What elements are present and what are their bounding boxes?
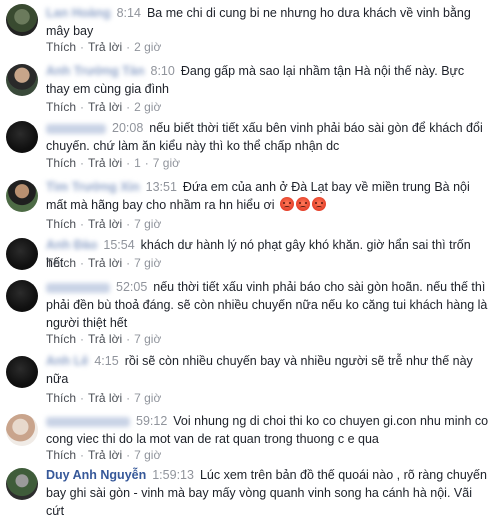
commenter-name[interactable] xyxy=(46,282,110,293)
angry-emoji-icon xyxy=(311,197,326,211)
avatar[interactable] xyxy=(6,414,38,446)
timestamp: 13:51 xyxy=(145,180,177,194)
separator: · xyxy=(80,256,85,270)
separator: · xyxy=(126,448,131,462)
avatar[interactable] xyxy=(6,180,38,212)
comment-age[interactable]: 7 giờ xyxy=(153,156,180,170)
separator: · xyxy=(80,391,85,405)
comment-body: 52:05 nếu thời tiết xấu vinh phải báo cho… xyxy=(46,278,490,332)
timestamp: 1:59:13 xyxy=(152,468,194,482)
comment-age[interactable]: 2 giờ xyxy=(134,40,161,54)
reply-link[interactable]: Trả lời xyxy=(88,156,122,170)
reply-link[interactable]: Trả lời xyxy=(88,217,122,231)
comment-body: Duy Anh Nguyễn 1:59:13 Lúc xem trên bản đồ… xyxy=(46,466,490,520)
avatar[interactable] xyxy=(6,4,38,36)
comment-body: Anh Trường Tàn 8:10 Đang gấp mà sao lại nh… xyxy=(46,62,490,98)
comment-age[interactable]: 7 giờ xyxy=(134,391,161,405)
like-link[interactable]: Thích xyxy=(46,100,76,114)
timestamp: 8:10 xyxy=(150,64,175,78)
timestamp: 52:05 xyxy=(116,280,148,294)
separator: · xyxy=(80,448,85,462)
like-link[interactable]: Thích xyxy=(46,40,76,54)
comment-age[interactable]: 7 giờ xyxy=(134,448,161,462)
comment-age[interactable]: 2 giờ xyxy=(134,100,161,114)
separator: · xyxy=(126,217,131,231)
like-link[interactable]: Thích xyxy=(46,156,76,170)
comment-age[interactable]: 7 giờ xyxy=(134,217,161,231)
separator: · xyxy=(126,391,131,405)
comment-actions: Thích · Trả lời · 1 · 7 giờ xyxy=(46,156,180,170)
timestamp: 59:12 xyxy=(136,414,168,428)
commenter-name[interactable]: Tìm Trường Xin xyxy=(46,180,140,194)
separator: · xyxy=(80,217,85,231)
comment-actions: Thích · Trả lời · 7 giờ xyxy=(46,217,161,231)
commenter-name[interactable]: Lan Hoàng xyxy=(46,6,111,20)
separator: · xyxy=(126,40,131,54)
separator: · xyxy=(80,100,85,114)
avatar[interactable] xyxy=(6,238,38,270)
separator: · xyxy=(80,156,85,170)
like-link[interactable]: Thích xyxy=(46,448,76,462)
comment-age[interactable]: 7 giờ xyxy=(134,256,161,270)
avatar[interactable] xyxy=(6,468,38,500)
comment-body: Anh Lê 4:15 rồi sẽ còn nhiều chuyến bay và… xyxy=(46,352,490,388)
like-link[interactable]: Thích xyxy=(46,391,76,405)
like-link[interactable]: Thích xyxy=(46,332,76,346)
reply-link[interactable]: Trả lời xyxy=(88,256,122,270)
commenter-name[interactable] xyxy=(46,123,106,134)
angry-emoji-icon xyxy=(279,197,294,211)
timestamp: 20:08 xyxy=(112,121,144,135)
separator: · xyxy=(126,100,131,114)
reply-link[interactable]: Trả lời xyxy=(88,332,122,346)
commenter-name[interactable]: Anh Đào xyxy=(46,238,97,252)
reply-link[interactable]: Trả lời xyxy=(88,391,122,405)
comment-text: nếu thời tiết xấu vinh phải báo cho sài … xyxy=(46,280,488,330)
comment-actions: Thích · Trả lời · 2 giờ xyxy=(46,40,161,54)
avatar[interactable] xyxy=(6,121,38,153)
timestamp: 15:54 xyxy=(103,238,135,252)
separator: · xyxy=(80,332,85,346)
like-link[interactable]: Thích xyxy=(46,256,76,270)
commenter-name[interactable]: Anh Trường Tàn xyxy=(46,64,145,78)
comment-actions: Thích · Trả lời · 2 giờ xyxy=(46,100,161,114)
separator: · xyxy=(126,256,131,270)
reply-link[interactable]: Trả lời xyxy=(88,448,122,462)
comment-body: 20:08 nếu biết thời tiết xấu bên vinh phả… xyxy=(46,119,490,155)
separator: · xyxy=(126,156,131,170)
comment-body: Lan Hoàng 8:14 Ba me chi di cung bi ne như… xyxy=(46,4,490,40)
comment-actions: Thích · Trả lời · 7 giờ xyxy=(46,332,161,346)
comment-actions: Thích · Trả lời · 7 giờ xyxy=(46,256,161,270)
like-count[interactable]: 1 xyxy=(134,156,141,170)
separator: · xyxy=(144,156,149,170)
like-link[interactable]: Thích xyxy=(46,217,76,231)
angry-emoji-icon xyxy=(295,197,310,211)
comment-actions: Thích · Trả lời · 7 giờ xyxy=(46,391,161,405)
timestamp: 8:14 xyxy=(116,6,141,20)
commenter-name[interactable]: Duy Anh Nguyễn xyxy=(46,468,146,482)
separator: · xyxy=(80,40,85,54)
reply-link[interactable]: Trả lời xyxy=(88,100,122,114)
avatar[interactable] xyxy=(6,280,38,312)
separator: · xyxy=(126,332,131,346)
timestamp: 4:15 xyxy=(94,354,119,368)
comment-body: Tìm Trường Xin 13:51 Đứa em của anh ở Đà L… xyxy=(46,178,490,214)
commenter-name[interactable]: Anh Lê xyxy=(46,354,88,368)
comment-actions: Thích · Trả lời · 7 giờ xyxy=(46,448,161,462)
commenter-name[interactable] xyxy=(46,416,130,427)
avatar[interactable] xyxy=(6,64,38,96)
comment-body: 59:12 Voi nhung ng di choi thi ko co chuy… xyxy=(46,412,490,448)
avatar[interactable] xyxy=(6,356,38,388)
reply-link[interactable]: Trả lời xyxy=(88,40,122,54)
comment-age[interactable]: 7 giờ xyxy=(134,332,161,346)
